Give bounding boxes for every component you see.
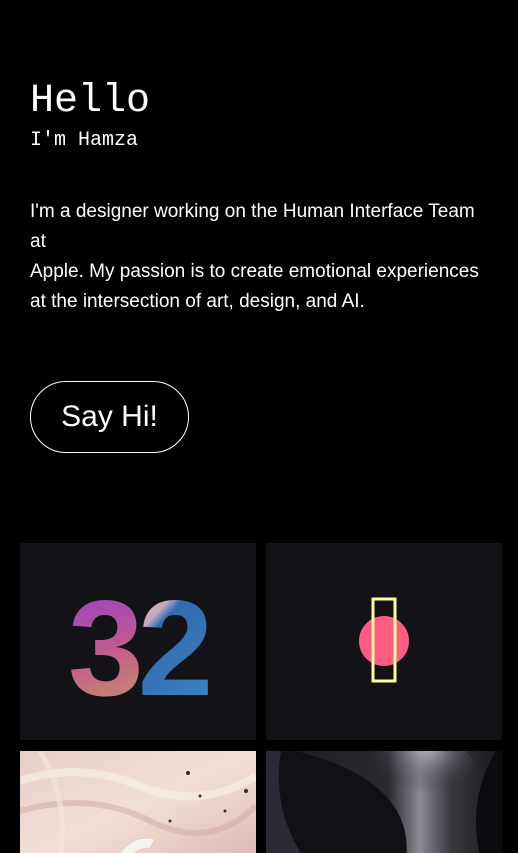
abstract-shapes-image bbox=[359, 597, 409, 683]
gallery-number-glyphs: 32 bbox=[68, 572, 209, 724]
intro-header: Hello I'm Hamza bbox=[30, 78, 488, 154]
digit-two: 2 bbox=[138, 572, 209, 724]
greeting-heading: Hello bbox=[30, 79, 151, 124]
gallery-tile-dark-abstract[interactable] bbox=[266, 751, 502, 853]
name-subheading: I'm Hamza bbox=[30, 129, 139, 152]
gallery-tile-fabric[interactable] bbox=[20, 751, 256, 853]
bio-paragraph: I'm a designer working on the Human Inte… bbox=[30, 197, 480, 317]
dark-abstract-image bbox=[266, 751, 502, 853]
say-hi-button[interactable]: Say Hi! bbox=[30, 381, 189, 453]
fabric-texture-image bbox=[20, 751, 256, 853]
bio-line: Apple. My passion is to create emotional… bbox=[30, 261, 479, 312]
gradient-number-image: 3 32 bbox=[68, 572, 215, 724]
gallery-tile-number[interactable]: 3 32 bbox=[20, 543, 256, 740]
pink-circle-shape bbox=[359, 616, 409, 666]
gallery-tile-shapes[interactable] bbox=[266, 543, 502, 740]
bio-line: I'm a designer working on the Human Inte… bbox=[30, 201, 475, 252]
digit-three: 3 bbox=[68, 572, 139, 724]
